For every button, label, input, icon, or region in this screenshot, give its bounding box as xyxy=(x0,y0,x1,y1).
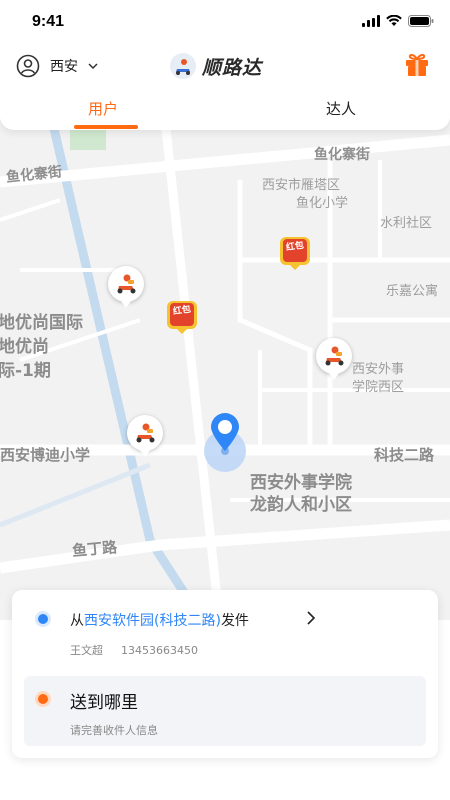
area-label: 鱼化小学 xyxy=(296,196,349,211)
destination-title: 送到哪里 xyxy=(70,693,138,713)
area-label: 西安市雁塔区 xyxy=(262,178,341,193)
gift-button[interactable] xyxy=(404,53,430,81)
tab-user[interactable]: 用户 xyxy=(43,98,163,119)
red-packet-marker[interactable]: 红包 xyxy=(166,300,198,336)
map-view[interactable]: 鱼化寨街 鱼化寨街 西安市雁塔区 鱼化小学 水利社区 乐嘉公寓 地优尚国际 地优… xyxy=(0,120,450,625)
signal-icon xyxy=(362,15,380,27)
red-packet-marker[interactable]: 红包 xyxy=(279,236,311,272)
area-label: 地优尚 xyxy=(0,337,49,357)
rider-marker[interactable] xyxy=(127,415,163,457)
status-icons xyxy=(362,15,434,27)
area-label: 地优尚国际 xyxy=(0,313,83,333)
brand-logo xyxy=(170,53,196,79)
scooter-icon xyxy=(325,346,344,366)
pickup-edit-button[interactable] xyxy=(306,610,316,629)
header: 西安 顺路达 用户 达人 xyxy=(0,44,450,130)
pickup-place: 西安软件园(科技二路) xyxy=(84,613,221,629)
destination-input[interactable]: 送到哪里 请完善收件人信息 xyxy=(24,676,426,746)
brand-name: 顺路达 xyxy=(202,56,263,79)
area-label: 西安博迪小学 xyxy=(0,446,91,464)
pickup-address[interactable]: 从西安软件园(科技二路)发件 xyxy=(70,610,249,630)
area-label: 水利社区 xyxy=(380,216,433,231)
active-tab-indicator xyxy=(74,125,138,129)
road-label: 鱼丁路 xyxy=(71,538,118,560)
scooter-icon xyxy=(136,423,155,443)
status-time: 9:41 xyxy=(32,13,65,30)
tab-bar: 用户 达人 xyxy=(0,94,450,130)
area-label: 龙韵人和小区 xyxy=(250,495,352,515)
road-label: 科技二路 xyxy=(374,446,435,464)
destination-hint: 请完善收件人信息 xyxy=(70,724,158,737)
city-selector[interactable]: 西安 xyxy=(16,54,98,78)
rider-marker[interactable] xyxy=(108,266,144,308)
user-circle-icon xyxy=(16,54,40,78)
road-label: 鱼化寨街 xyxy=(314,147,370,163)
wifi-icon xyxy=(386,15,402,26)
area-label: 西安外事 xyxy=(352,362,405,377)
area-label: 际-1期 xyxy=(0,361,51,381)
order-card: 从西安软件园(科技二路)发件 王文超 13453663450 送到哪里 请完善收件… xyxy=(12,590,438,758)
sender-info: 王文超 13453663450 xyxy=(70,642,198,658)
chevron-right-icon xyxy=(307,611,316,625)
pickup-suffix: 发件 xyxy=(220,613,249,629)
sender-name: 王文超 xyxy=(70,644,103,657)
brand: 顺路达 xyxy=(170,52,262,80)
area-label: 乐嘉公寓 xyxy=(386,284,439,299)
map-pin-icon xyxy=(211,413,239,451)
chevron-down-icon xyxy=(88,63,98,70)
area-label: 学院西区 xyxy=(352,380,405,395)
tab-talent[interactable]: 达人 xyxy=(281,98,401,119)
rider-marker[interactable] xyxy=(316,338,352,380)
scooter-icon xyxy=(117,274,136,294)
sender-phone: 13453663450 xyxy=(121,644,198,657)
destination-dot xyxy=(38,694,48,704)
status-bar: 9:41 xyxy=(0,0,450,44)
battery-icon xyxy=(408,15,434,27)
pickup-prefix: 从 xyxy=(70,613,84,629)
city-name: 西安 xyxy=(50,59,78,75)
pickup-dot xyxy=(38,614,48,624)
gift-icon xyxy=(406,53,428,76)
